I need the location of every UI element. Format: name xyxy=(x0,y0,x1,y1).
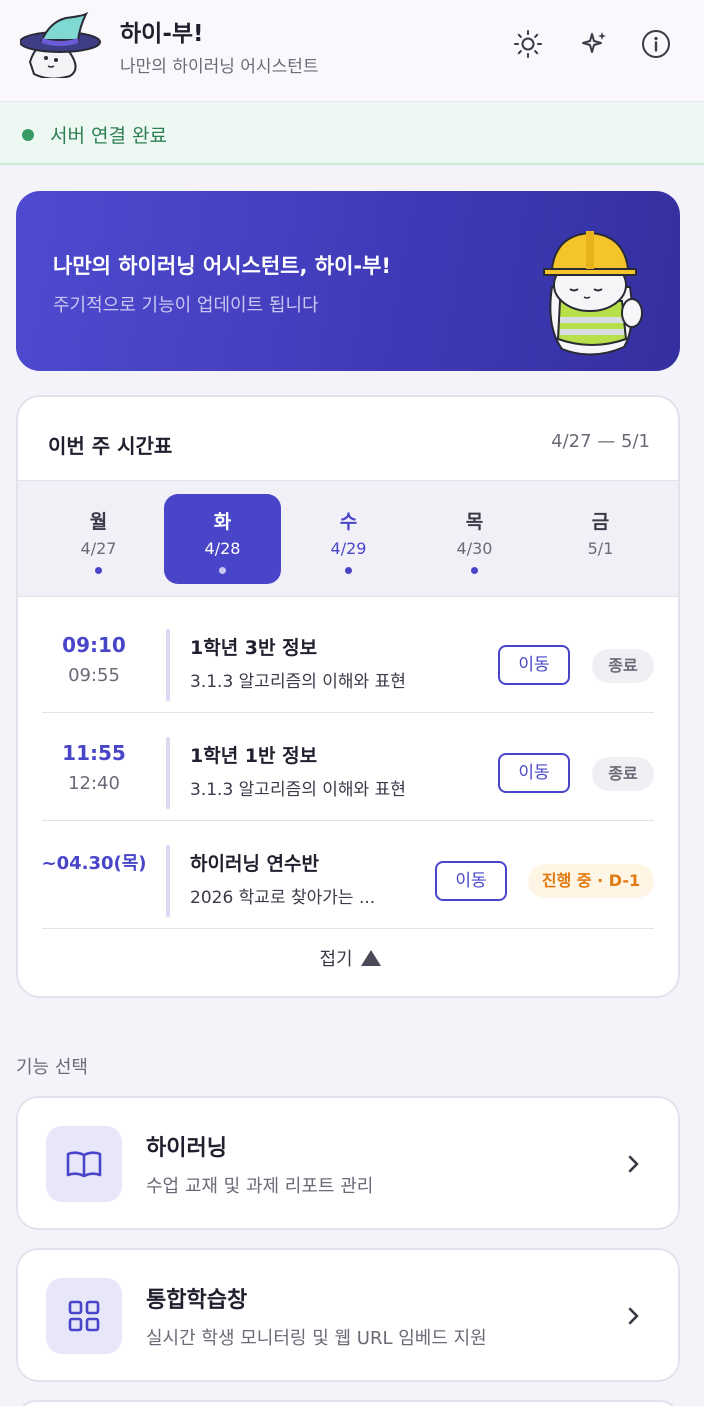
sun-icon[interactable] xyxy=(510,26,546,62)
app-title: 하이-부! xyxy=(120,21,204,47)
feature-title: 하이러닝 xyxy=(146,1136,227,1161)
move-button[interactable]: 이동 xyxy=(435,861,507,901)
construction-ghost-mascot xyxy=(532,217,646,357)
banner-title: 나만의 하이러닝 어시스턴트, 하이-부! xyxy=(53,254,392,278)
feature-description: 실시간 학생 모니터링 및 웹 URL 임베드 지원 xyxy=(146,1328,487,1349)
day-tab-tue[interactable]: 화 4/28 xyxy=(164,494,281,584)
row-divider xyxy=(166,845,170,917)
collapse-label: 접기 xyxy=(319,949,353,970)
class-start-time: 11:55 xyxy=(62,741,126,765)
day-name: 목 xyxy=(465,511,484,533)
collapse-button[interactable]: 접기 xyxy=(18,945,678,971)
feature-title: 통합학습창 xyxy=(146,1288,248,1313)
section-label: 기능 선택 xyxy=(16,1057,88,1078)
chevron-right-icon xyxy=(622,1150,646,1178)
day-name: 화 xyxy=(213,511,232,533)
class-row: ~04.30(목) 하이러닝 연수반 2026 학교로 찾아가는 ... 이동 … xyxy=(41,821,654,929)
row-divider xyxy=(166,737,170,809)
timetable-date-range: 4/27 — 5/1 xyxy=(551,431,650,452)
class-title: 1학년 1반 정보 xyxy=(190,745,318,767)
day-tab-mon[interactable]: 월 4/27 xyxy=(40,494,157,584)
grid-icon xyxy=(46,1278,122,1354)
triangle-up-icon xyxy=(360,950,381,966)
feature-card-partial[interactable] xyxy=(16,1400,680,1406)
timetable-title: 이번 주 시간표 xyxy=(48,434,173,458)
book-icon xyxy=(46,1126,122,1202)
day-name: 금 xyxy=(591,511,610,533)
status-badge: 진행 중 · D-1 xyxy=(528,864,654,898)
class-end-time: 09:55 xyxy=(68,665,120,686)
class-title: 하이러닝 연수반 xyxy=(190,853,319,875)
app-subtitle: 나만의 하이러닝 어시스턴트 xyxy=(120,57,319,77)
feature-card-integrated-window[interactable]: 통합학습창 실시간 학생 모니터링 및 웹 URL 임베드 지원 xyxy=(16,1248,680,1382)
class-period: ~04.30(목) xyxy=(41,853,147,874)
day-tab-thu[interactable]: 목 4/30 xyxy=(416,494,533,584)
day-date: 4/29 xyxy=(330,539,367,558)
schedule-dot xyxy=(219,567,226,574)
feature-description: 수업 교재 및 과제 리포트 관리 xyxy=(146,1176,374,1197)
class-start-time: 09:10 xyxy=(62,633,126,657)
feature-card-hilearning[interactable]: 하이러닝 수업 교재 및 과제 리포트 관리 xyxy=(16,1096,680,1230)
class-row: 11:55 12:40 1학년 1반 정보 3.1.3 알고리즘의 이해와 표현… xyxy=(42,713,654,821)
class-row: 09:10 09:55 1학년 3반 정보 3.1.3 알고리즘의 이해와 표현… xyxy=(42,605,654,713)
weekly-timetable-card: 이번 주 시간표 4/27 — 5/1 월 4/27 화 4/28 수 4/29… xyxy=(16,395,680,998)
day-date: 5/1 xyxy=(587,539,614,558)
chevron-right-icon xyxy=(622,1302,646,1330)
schedule-dot xyxy=(471,567,478,574)
day-name: 월 xyxy=(89,511,108,533)
day-date: 4/28 xyxy=(204,539,241,558)
day-tab-wed[interactable]: 수 4/29 xyxy=(290,494,407,584)
sparkles-icon[interactable] xyxy=(576,26,612,62)
day-name: 수 xyxy=(339,511,358,533)
class-title: 1학년 3반 정보 xyxy=(190,637,318,659)
status-dot xyxy=(22,129,34,141)
status-badge: 종료 xyxy=(592,649,654,683)
schedule-dot xyxy=(345,567,352,574)
day-selector: 월 4/27 화 4/28 수 4/29 목 4/30 금 5/1 xyxy=(18,480,678,597)
move-button[interactable]: 이동 xyxy=(498,645,570,685)
promo-banner: 나만의 하이러닝 어시스턴트, 하이-부! 주기적으로 기능이 업데이트 됩니다 xyxy=(16,191,680,371)
info-icon[interactable] xyxy=(638,26,674,62)
class-unit: 2026 학교로 찾아가는 ... xyxy=(190,888,376,908)
server-status-bar: 서버 연결 완료 xyxy=(0,103,704,165)
row-divider xyxy=(166,629,170,701)
day-date: 4/27 xyxy=(80,539,117,558)
wizard-ghost-logo xyxy=(19,11,102,80)
day-date: 4/30 xyxy=(456,539,493,558)
status-text: 서버 연결 완료 xyxy=(50,125,167,147)
banner-subtitle: 주기적으로 기능이 업데이트 됩니다 xyxy=(53,295,319,316)
class-unit: 3.1.3 알고리즘의 이해와 표현 xyxy=(190,672,406,692)
class-end-time: 12:40 xyxy=(68,773,120,794)
schedule-dot xyxy=(95,567,102,574)
move-button[interactable]: 이동 xyxy=(498,753,570,793)
app-header: 하이-부! 나만의 하이러닝 어시스턴트 xyxy=(0,0,704,102)
status-badge: 종료 xyxy=(592,757,654,791)
class-unit: 3.1.3 알고리즘의 이해와 표현 xyxy=(190,780,406,800)
day-tab-fri[interactable]: 금 5/1 xyxy=(542,494,659,584)
